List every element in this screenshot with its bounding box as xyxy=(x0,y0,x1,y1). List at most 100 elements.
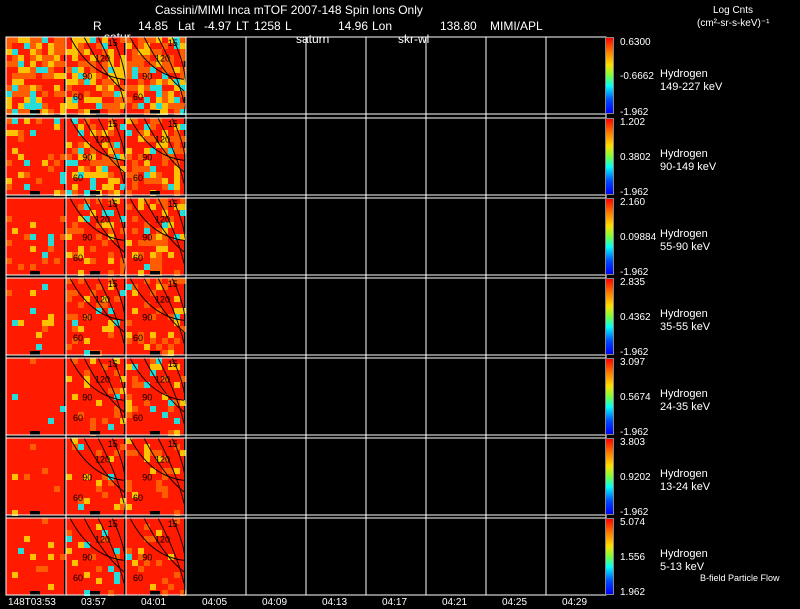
image-pixel xyxy=(54,61,60,67)
image-pixel xyxy=(168,400,174,406)
image-pixel xyxy=(126,148,132,154)
image-pixel xyxy=(84,49,90,55)
image-pixel xyxy=(138,43,144,49)
image-pixel xyxy=(60,91,66,97)
image-pixel xyxy=(66,296,72,302)
image-pixel xyxy=(36,43,42,49)
image-pixel xyxy=(60,61,66,67)
image-pixel xyxy=(108,252,114,258)
image-pixel xyxy=(144,166,150,172)
contour-label: 60 xyxy=(73,333,83,343)
image-pixel xyxy=(132,160,138,166)
image-pixel xyxy=(138,204,144,210)
image-pixel xyxy=(132,308,138,314)
image-pixel xyxy=(18,61,24,67)
image-pixel xyxy=(48,61,54,67)
row-species: Hydrogen xyxy=(660,468,708,480)
image-pixel xyxy=(12,148,18,154)
image-pixel xyxy=(180,204,186,210)
image-pixel xyxy=(144,344,150,350)
image-pixel xyxy=(42,284,48,290)
image-pixel xyxy=(42,320,48,326)
image-pixel xyxy=(102,166,108,172)
row-species: Hydrogen xyxy=(660,308,708,320)
image-pixel xyxy=(156,246,162,252)
image-pixel xyxy=(18,548,24,554)
image-pixel xyxy=(54,91,60,97)
image-pixel xyxy=(102,160,108,166)
image-pixel xyxy=(102,79,108,85)
image-pixel xyxy=(126,486,132,492)
image-pixel xyxy=(42,326,48,332)
image-pixel xyxy=(114,67,120,73)
image-pixel xyxy=(66,344,72,350)
image-pixel xyxy=(162,97,168,103)
image-pixel xyxy=(84,572,90,578)
contour-label: 120 xyxy=(95,375,110,385)
image-pixel xyxy=(90,246,96,252)
image-pixel xyxy=(168,184,174,190)
image-pixel xyxy=(6,178,12,184)
image-pixel xyxy=(150,118,156,124)
time-label: 148T03:53 xyxy=(8,597,56,608)
image-pixel xyxy=(24,37,30,43)
image-pixel xyxy=(48,166,54,172)
colorbar-mid: 0.4362 xyxy=(620,312,651,323)
image-pixel xyxy=(126,332,132,338)
image-pixel xyxy=(72,184,78,190)
image-pixel xyxy=(30,264,36,270)
image-pixel xyxy=(102,418,108,424)
image-pixel xyxy=(150,406,156,412)
colorbar-max: 5.074 xyxy=(620,517,646,528)
image-pixel xyxy=(78,302,84,308)
image-pixel xyxy=(72,55,78,61)
contour-label: 15 xyxy=(108,439,118,449)
row-label: Hydrogen 55-90 keV xyxy=(660,228,710,254)
image-pixel xyxy=(126,400,132,406)
image-pixel xyxy=(6,130,12,136)
image-pixel xyxy=(84,382,90,388)
contour-label: 60 xyxy=(133,413,143,423)
image-pixel xyxy=(180,43,186,49)
image-pixel xyxy=(84,166,90,172)
image-pixel xyxy=(144,536,150,542)
contour-label: 15 xyxy=(108,519,118,529)
image-pixel xyxy=(120,290,126,296)
image-pixel xyxy=(42,258,48,264)
image-pixel xyxy=(132,376,138,382)
image-pixel xyxy=(72,228,78,234)
image-pixel xyxy=(54,37,60,43)
image-pixel xyxy=(138,136,144,142)
contour-label: 60 xyxy=(73,573,83,583)
image-pixel xyxy=(168,79,174,85)
panel-marker xyxy=(90,591,100,595)
image-pixel xyxy=(60,43,66,49)
image-pixel xyxy=(108,160,114,166)
image-pixel xyxy=(48,554,54,560)
contour-label: 90 xyxy=(82,152,92,162)
image-pixel xyxy=(126,97,132,103)
contour-label: 90 xyxy=(82,71,92,81)
image-pixel xyxy=(36,103,42,109)
contour-label: 15 xyxy=(108,279,118,289)
image-pixel xyxy=(72,79,78,85)
image-pixel xyxy=(90,258,96,264)
image-pixel xyxy=(162,184,168,190)
image-pixel xyxy=(174,67,180,73)
image-pixel xyxy=(78,444,84,450)
image-pixel xyxy=(168,103,174,109)
image-pixel xyxy=(30,308,36,314)
row-species: Hydrogen xyxy=(660,388,708,400)
panel-marker xyxy=(90,191,100,195)
image-pixel xyxy=(96,97,102,103)
colorbar xyxy=(605,438,614,515)
image-pixel xyxy=(132,560,138,566)
panel-marker xyxy=(90,351,100,355)
image-pixel xyxy=(36,178,42,184)
image-pixel xyxy=(114,296,120,302)
image-pixel xyxy=(48,418,54,424)
image-pixel xyxy=(48,73,54,79)
panel-marker xyxy=(90,271,100,275)
image-pixel xyxy=(42,518,48,524)
image-pixel xyxy=(18,55,24,61)
